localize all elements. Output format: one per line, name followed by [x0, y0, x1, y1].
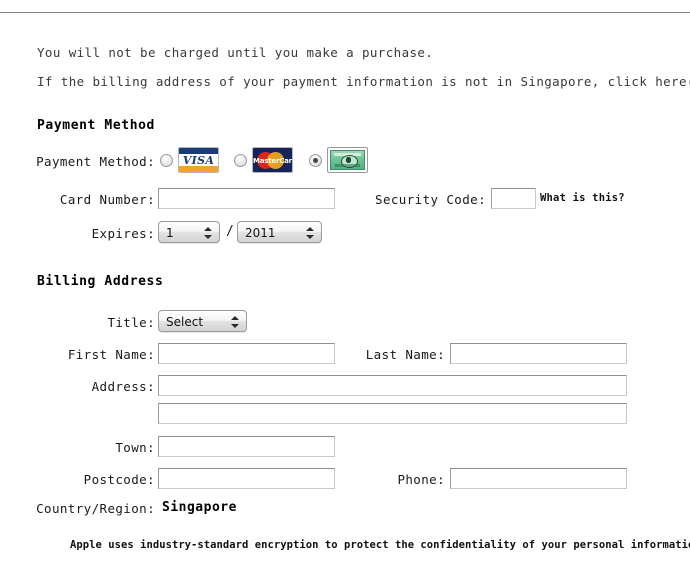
postcode-label: Postcode: [83, 472, 155, 487]
expires-year-value: 2011 [245, 226, 276, 240]
payment-method-heading: Payment Method [37, 118, 155, 133]
last-name-input[interactable] [450, 343, 627, 364]
visa-bottom-band [179, 166, 218, 172]
title-select[interactable]: Select [158, 310, 247, 332]
security-code-label: Security Code: [375, 192, 486, 207]
card-number-label: Card Number: [59, 192, 155, 207]
expires-label: Expires: [91, 226, 155, 241]
billing-address-heading: Billing Address [37, 274, 164, 289]
title-label: Title: [107, 315, 155, 330]
expires-separator: / [226, 224, 234, 239]
country-region-label: Country/Region: [36, 501, 155, 516]
encryption-footnote: Apple uses industry-standard encryption … [70, 539, 690, 551]
header-divider [0, 12, 690, 13]
address-label: Address: [91, 379, 155, 394]
security-code-input[interactable] [491, 188, 536, 209]
billing-payment-form: You will not be charged until you make a… [0, 0, 690, 565]
billing-address-region-notice: If the billing address of your payment i… [37, 74, 690, 92]
town-label: Town: [115, 440, 155, 455]
americanexpress-logo-icon[interactable] [327, 147, 368, 173]
charge-notice-text: You will not be charged until you make a… [37, 45, 434, 60]
first-name-label: First Name: [67, 347, 155, 362]
expires-year-select[interactable]: 2011 [237, 221, 322, 243]
card-number-input[interactable] [158, 188, 335, 209]
country-region-value: Singapore [162, 500, 237, 515]
mastercard-wordmark: MasterCard [253, 157, 293, 165]
payment-method-label: Payment Method: [36, 154, 155, 169]
radio-visa[interactable] [160, 154, 173, 167]
expires-month-stepper-icon [204, 222, 213, 244]
billing-region-notice-text: If the billing address of your payment i… [37, 74, 687, 89]
mastercard-logo-icon[interactable]: MasterCard [252, 147, 293, 173]
title-value: Select [166, 315, 204, 329]
visa-logo-icon[interactable]: VISA [178, 147, 219, 173]
first-name-input[interactable] [158, 343, 335, 364]
last-name-label: Last Name: [365, 347, 445, 362]
amex-medallion-figure [345, 157, 351, 163]
postcode-input[interactable] [158, 468, 335, 489]
title-stepper-icon [231, 311, 240, 333]
amex-card-face [330, 150, 365, 170]
town-input[interactable] [158, 436, 335, 457]
expires-month-value: 1 [166, 226, 174, 240]
radio-mastercard[interactable] [234, 154, 247, 167]
expires-year-stepper-icon [306, 222, 315, 244]
amex-bottom-bar [335, 164, 360, 167]
phone-label: Phone: [397, 472, 445, 487]
address-line1-input[interactable] [158, 375, 627, 396]
radio-americanexpress[interactable] [309, 154, 322, 167]
address-line2-input[interactable] [158, 403, 627, 424]
phone-input[interactable] [450, 468, 627, 489]
expires-month-select[interactable]: 1 [158, 221, 220, 243]
what-is-this-link[interactable]: What is this? [540, 192, 625, 204]
